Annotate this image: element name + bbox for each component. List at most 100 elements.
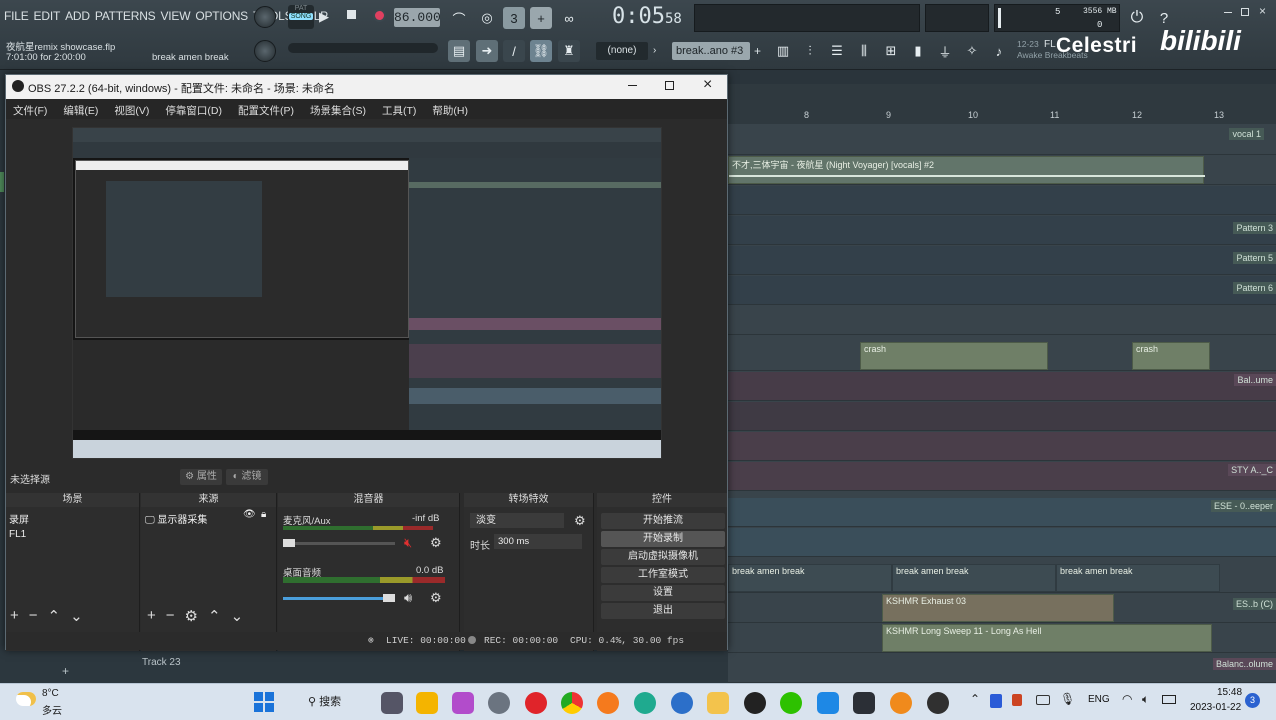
- playlist-area[interactable]: ‒ ❐ × 8 9 10 11 12 13 vocal 1 不才,三体宇宙 - …: [728, 84, 1276, 684]
- track-vocal2[interactable]: 不才,三体宇宙 - 夜航星 (Night Voyager) [vocals] #…: [728, 156, 1276, 185]
- photos-icon[interactable]: [452, 692, 474, 714]
- obs-taskbar-icon[interactable]: [927, 692, 949, 714]
- obs-menu-view[interactable]: 视图(V): [114, 103, 149, 119]
- obs-close-icon[interactable]: ×: [703, 76, 712, 94]
- track-exhaust[interactable]: KSHMR Exhaust 03 ES..b (C): [728, 594, 1276, 623]
- filters-button[interactable]: ◐ 滤镜: [226, 469, 268, 485]
- obs-menu-tools[interactable]: 工具(T): [382, 103, 416, 119]
- clip-sweep[interactable]: KSHMR Long Sweep 11 - Long As Hell: [882, 624, 1212, 652]
- obs-titlebar[interactable]: OBS 27.2.2 (64-bit, windows) - 配置文件: 未命名…: [6, 75, 727, 99]
- obs-minimize-icon[interactable]: [628, 85, 637, 86]
- start-recording-button[interactable]: 开始录制: [601, 531, 725, 547]
- weather-desc[interactable]: 多云: [42, 702, 62, 717]
- pattern-none-selector[interactable]: (none): [596, 42, 648, 60]
- track-break[interactable]: break amen break break amen break break …: [728, 564, 1276, 593]
- clip-vocal[interactable]: 不才,三体宇宙 - 夜航星 (Night Voyager) [vocals] #…: [728, 156, 1205, 184]
- store-icon[interactable]: [416, 692, 438, 714]
- loop-record-icon[interactable]: ∞: [558, 7, 580, 29]
- mixer-icon[interactable]: ⫼: [853, 40, 875, 62]
- task-view-icon[interactable]: [381, 692, 403, 714]
- master-volume-knob[interactable]: [254, 6, 276, 28]
- menu-add[interactable]: ADD: [65, 9, 90, 23]
- add-pattern-icon[interactable]: +: [754, 42, 761, 60]
- clip-crash-2[interactable]: crash: [1132, 342, 1210, 370]
- clip-break-2[interactable]: break amen break: [892, 564, 1056, 592]
- playlist-restore-icon[interactable]: ❐: [1226, 84, 1236, 87]
- playlist-close-icon[interactable]: ×: [1244, 84, 1250, 87]
- app2-icon[interactable]: [853, 692, 875, 714]
- obs-menu-profile[interactable]: 配置文件(P): [238, 103, 294, 119]
- menu-patterns[interactable]: PATTERNS: [95, 9, 156, 23]
- track-pattern6[interactable]: Pattern 6: [728, 276, 1276, 305]
- file-explorer-icon[interactable]: [707, 692, 729, 714]
- speaker-icon[interactable]: 🔊︎: [404, 590, 412, 606]
- master-pitch-slider[interactable]: [288, 43, 438, 53]
- chrome-icon[interactable]: [561, 692, 583, 714]
- mic-mute-icon[interactable]: 🔇︎: [404, 535, 412, 551]
- mic-icon[interactable]: ♪: [988, 40, 1010, 62]
- obs-maximize-icon[interactable]: [665, 81, 674, 90]
- clip-break-1[interactable]: break amen break: [728, 564, 892, 592]
- obs-menu-scene-collection[interactable]: 场景集合(S): [310, 103, 366, 119]
- source-down-icon[interactable]: ⌄: [231, 607, 244, 625]
- fl-maximize-icon[interactable]: [1241, 8, 1249, 16]
- qq-icon[interactable]: [744, 692, 766, 714]
- link-icon[interactable]: ⛓: [530, 40, 552, 62]
- weather-icon[interactable]: [16, 692, 36, 706]
- step-edit-icon[interactable]: +: [530, 7, 552, 29]
- transition-select[interactable]: 淡变: [470, 513, 564, 528]
- lock-icon[interactable]: 🔒︎: [261, 509, 266, 520]
- settings-icon[interactable]: [488, 692, 510, 714]
- studio-mode-button[interactable]: 工作室模式: [601, 567, 725, 583]
- stop-icon[interactable]: [347, 10, 356, 19]
- battery-icon[interactable]: [1162, 695, 1176, 704]
- power-icon[interactable]: ⏻: [1126, 7, 1148, 29]
- add-source-icon[interactable]: +: [147, 607, 156, 625]
- volume-icon[interactable]: 🔈︎: [1142, 692, 1149, 707]
- track-pattern5[interactable]: Pattern 5: [728, 246, 1276, 275]
- obs-menu-docks[interactable]: 停靠窗口(D): [165, 103, 222, 119]
- mic-settings-icon[interactable]: ⚙: [430, 535, 442, 551]
- remove-scene-icon[interactable]: −: [29, 607, 38, 625]
- exit-button[interactable]: 退出: [601, 603, 725, 619]
- app-icon[interactable]: [817, 692, 839, 714]
- start-streaming-button[interactable]: 开始推流: [601, 513, 725, 529]
- add-scene-icon[interactable]: +: [10, 607, 19, 625]
- channel-rack-icon[interactable]: ⫶: [799, 40, 821, 62]
- piano-roll-icon[interactable]: ▤: [448, 40, 470, 62]
- browser-icon[interactable]: ⊞: [880, 40, 902, 62]
- fl-minimize-icon[interactable]: [1224, 12, 1232, 13]
- source-up-icon[interactable]: ⌃: [208, 607, 221, 625]
- eye-icon[interactable]: 👁: [243, 509, 256, 520]
- properties-button[interactable]: ⚙ 属性: [180, 469, 222, 485]
- tray-app-icon[interactable]: [1012, 694, 1022, 706]
- track-bass[interactable]: [728, 528, 1276, 557]
- shield-icon[interactable]: [990, 694, 1002, 708]
- source-settings-icon[interactable]: ⚙: [185, 607, 198, 625]
- track-sweep[interactable]: KSHMR Long Sweep 11 - Long As Hell: [728, 624, 1276, 653]
- stamp-icon[interactable]: ♜: [558, 40, 580, 62]
- fl-studio-icon[interactable]: [890, 692, 912, 714]
- obs-menu-help[interactable]: 帮助(H): [432, 103, 468, 119]
- playlist-menu-icon[interactable]: ‒: [1212, 84, 1218, 87]
- track-23-label[interactable]: Track 23: [142, 657, 181, 668]
- start-icon[interactable]: [254, 692, 274, 712]
- pattern-next-icon[interactable]: ›: [653, 42, 656, 60]
- fl-close-icon[interactable]: ×: [1259, 4, 1266, 18]
- snap-arrow-icon[interactable]: ➜: [476, 40, 498, 62]
- tray-chevron-icon[interactable]: ⌃: [970, 692, 980, 706]
- playlist-icon[interactable]: ▥: [772, 40, 794, 62]
- move-down-icon[interactable]: ⌄: [70, 607, 83, 625]
- obs-menu-file[interactable]: 文件(F): [13, 103, 47, 119]
- track-drums-c[interactable]: STY A.._C: [728, 462, 1276, 491]
- track-ese[interactable]: ESE - 0..eeper: [728, 498, 1276, 527]
- metronome-icon[interactable]: ⌒: [448, 7, 470, 29]
- move-up-icon[interactable]: ⌃: [48, 607, 61, 625]
- countdown-icon[interactable]: 3: [503, 7, 525, 29]
- record-icon[interactable]: [373, 9, 386, 22]
- duration-input[interactable]: 300 ms: [494, 534, 582, 549]
- settings-button[interactable]: 设置: [601, 585, 725, 601]
- obs-menu-edit[interactable]: 编辑(E): [63, 103, 98, 119]
- remove-source-icon[interactable]: −: [166, 607, 175, 625]
- notification-badge[interactable]: 3: [1245, 693, 1260, 708]
